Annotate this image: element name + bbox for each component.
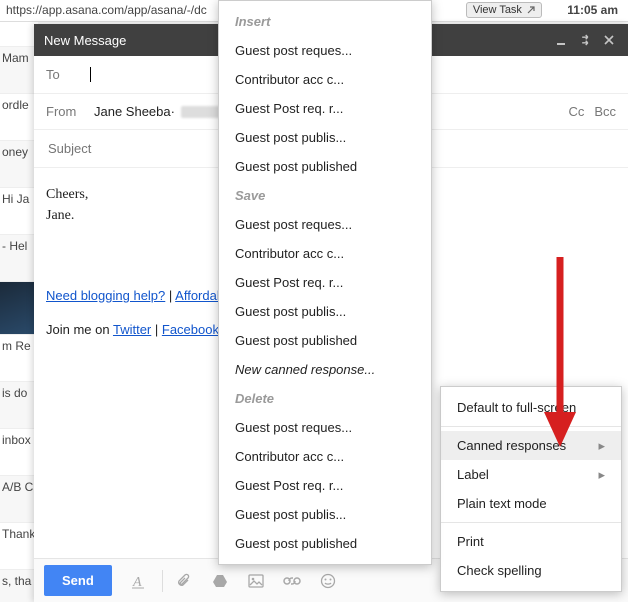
emoji-icon[interactable]: [315, 568, 341, 594]
svg-text:A: A: [132, 575, 142, 589]
link-icon[interactable]: [279, 568, 305, 594]
format-icon[interactable]: A: [126, 568, 152, 594]
canned-insert-item[interactable]: Guest post publis...: [219, 123, 431, 152]
menu-print[interactable]: Print: [441, 527, 621, 556]
bg-row: - Hel: [0, 235, 38, 282]
url-text: https://app.asana.com/app/asana/-/dc: [6, 3, 207, 17]
bg-row: inbox: [0, 429, 38, 476]
bg-row: s, tha: [0, 570, 38, 602]
canned-insert-item[interactable]: Guest post published: [219, 152, 431, 181]
canned-save-item[interactable]: Guest post publis...: [219, 297, 431, 326]
bg-row: Mam: [0, 47, 38, 94]
bg-row: m Re: [0, 335, 38, 382]
to-label: To: [46, 67, 90, 82]
bg-row: oney: [0, 141, 38, 188]
canned-header-delete: Delete: [219, 384, 431, 413]
sig-link-twitter[interactable]: Twitter: [113, 322, 151, 337]
canned-delete-item[interactable]: Guest post reques...: [219, 413, 431, 442]
menu-canned-responses[interactable]: Canned responses▸: [441, 431, 621, 460]
attach-icon[interactable]: [171, 568, 197, 594]
drive-icon[interactable]: [207, 568, 233, 594]
cc-link[interactable]: Cc: [568, 104, 584, 119]
canned-delete-item[interactable]: Guest post publis...: [219, 500, 431, 529]
canned-save-item[interactable]: Guest Post req. r...: [219, 268, 431, 297]
canned-responses-menu: Insert Guest post reques... Contributor …: [218, 0, 432, 565]
bg-row: Thank: [0, 523, 38, 570]
canned-insert-item[interactable]: Contributor acc c...: [219, 65, 431, 94]
minimize-button[interactable]: [552, 31, 570, 49]
compose-title: New Message: [44, 33, 126, 48]
menu-plain-text[interactable]: Plain text mode: [441, 489, 621, 518]
fullscreen-button[interactable]: [576, 31, 594, 49]
external-link-icon: [527, 6, 535, 14]
divider: [162, 570, 163, 592]
bcc-link[interactable]: Bcc: [594, 104, 616, 119]
sig-link-facebook[interactable]: Facebook: [162, 322, 219, 337]
menu-separator: [441, 522, 621, 523]
send-button[interactable]: Send: [44, 565, 112, 596]
canned-header-insert: Insert: [219, 7, 431, 36]
submenu-arrow-icon: ▸: [598, 438, 605, 454]
bg-row: ordle: [0, 94, 38, 141]
bg-row: is do: [0, 382, 38, 429]
from-value[interactable]: Jane Sheeba: [94, 104, 171, 119]
canned-insert-item[interactable]: Guest Post req. r...: [219, 94, 431, 123]
canned-new-response[interactable]: New canned response...: [219, 355, 431, 384]
canned-insert-item[interactable]: Guest post reques...: [219, 36, 431, 65]
menu-default-fullscreen[interactable]: Default to full-screen: [441, 393, 621, 422]
bg-row: Hi Ja: [0, 188, 38, 235]
canned-delete-item[interactable]: Guest post published: [219, 529, 431, 558]
canned-save-item[interactable]: Guest post reques...: [219, 210, 431, 239]
more-options-menu: Default to full-screen Canned responses▸…: [440, 386, 622, 592]
menu-check-spelling[interactable]: Check spelling: [441, 556, 621, 585]
menu-label[interactable]: Label▸: [441, 460, 621, 489]
bg-row-image: [0, 282, 38, 335]
canned-save-item[interactable]: Guest post published: [219, 326, 431, 355]
submenu-arrow-icon: ▸: [598, 467, 605, 483]
canned-delete-item[interactable]: Contributor acc c...: [219, 442, 431, 471]
canned-header-save: Save: [219, 181, 431, 210]
view-task-button[interactable]: View Task: [466, 2, 542, 18]
bg-row: A/B C: [0, 476, 38, 523]
canned-save-item[interactable]: Contributor acc c...: [219, 239, 431, 268]
photo-icon[interactable]: [243, 568, 269, 594]
sig-link-affordable[interactable]: Affordal: [175, 288, 220, 303]
menu-separator: [441, 426, 621, 427]
close-button[interactable]: [600, 31, 618, 49]
from-email-redacted: ·: [171, 104, 175, 119]
inbox-background: ll sug Mam ordle oney Hi Ja - Hel m Re i…: [0, 0, 38, 560]
time-label: 11:05 am: [567, 3, 618, 17]
sig-link-help[interactable]: Need blogging help?: [46, 288, 165, 303]
from-label: From: [46, 104, 90, 119]
canned-delete-item[interactable]: Guest Post req. r...: [219, 471, 431, 500]
